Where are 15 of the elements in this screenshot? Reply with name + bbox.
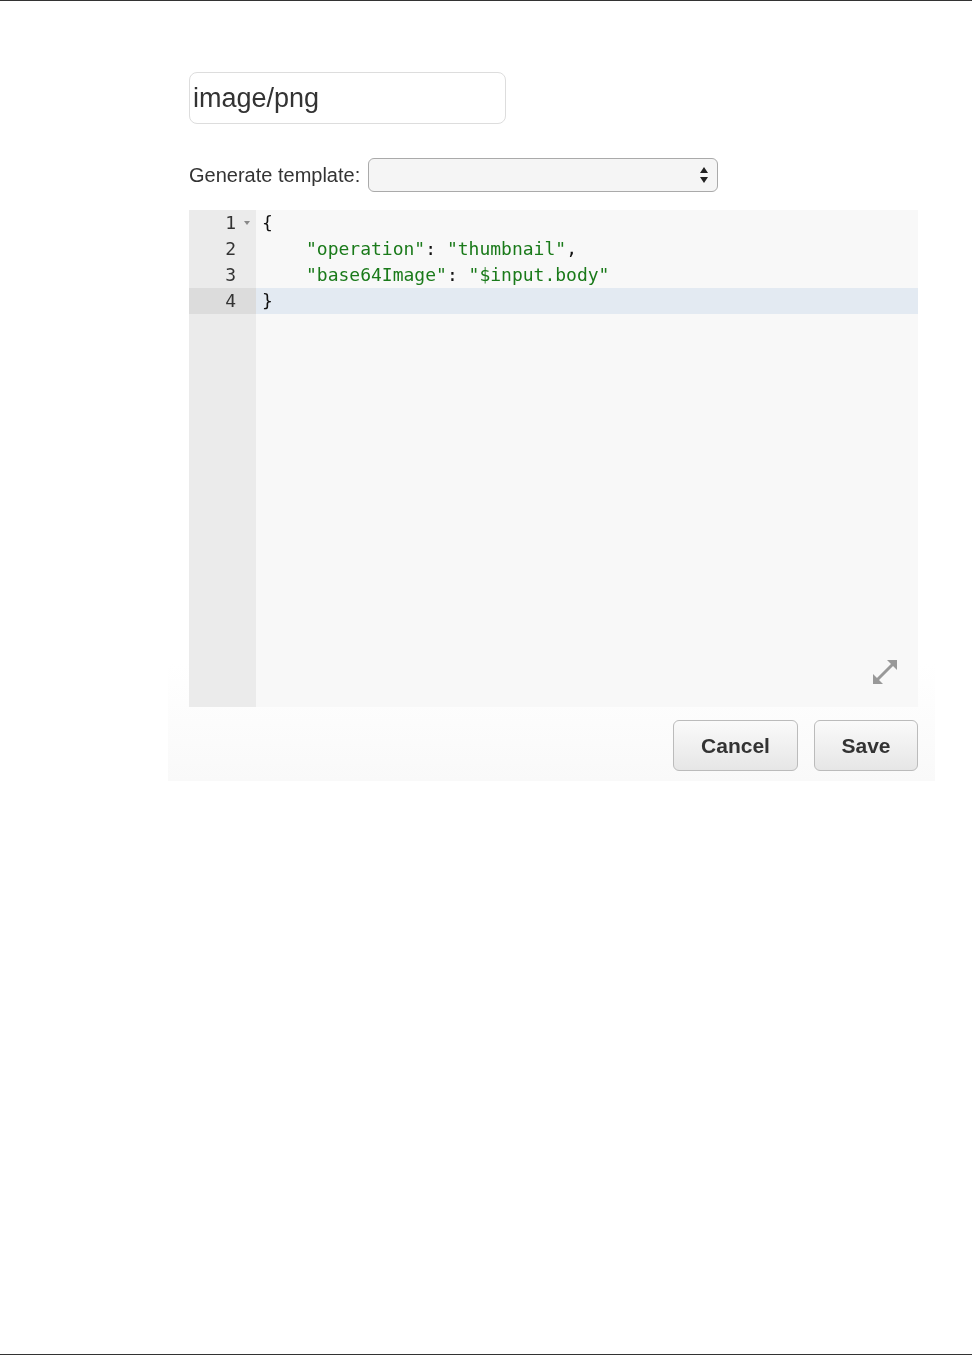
expand-icon[interactable] xyxy=(870,657,900,687)
content-type-field[interactable]: image/png xyxy=(189,72,506,124)
save-button[interactable]: Save xyxy=(814,720,918,771)
code-line: { xyxy=(261,211,274,235)
code-line: "operation": "thumbnail", xyxy=(305,237,578,261)
code-line: "base64Image": "$input.body" xyxy=(305,263,611,287)
line-number: 4 xyxy=(225,289,236,313)
line-number: 3 xyxy=(225,263,236,287)
select-label: Generate template: xyxy=(189,163,361,188)
cancel-button[interactable]: Cancel xyxy=(673,720,798,771)
fold-icon[interactable] xyxy=(243,220,251,226)
line-number: 1 xyxy=(225,211,236,235)
line-number: 2 xyxy=(225,237,236,261)
code-editor[interactable]: 1 2 3 4 { "operation": "thumbnail", "base64Image": "$input.body" } xyxy=(189,210,918,707)
template-select[interactable] xyxy=(368,158,719,192)
